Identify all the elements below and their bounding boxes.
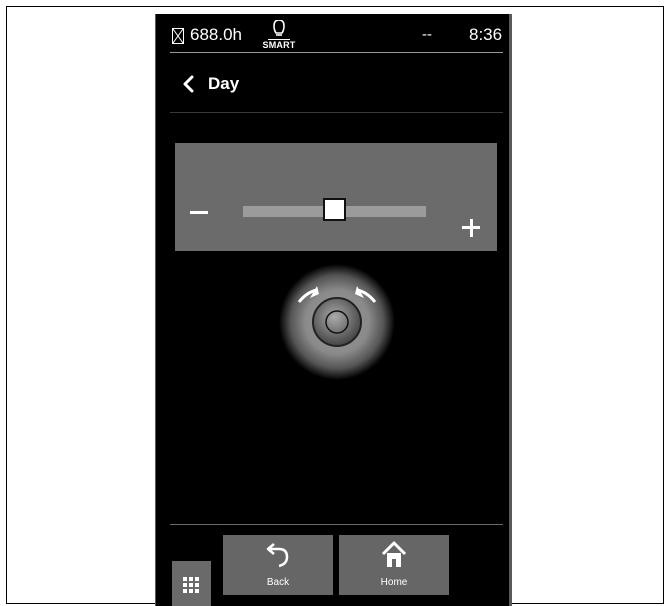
home-icon xyxy=(381,541,407,567)
minus-icon[interactable] xyxy=(190,211,208,214)
device-screen: 688.0h SMART -- 8:36 Day Back Home xyxy=(156,14,512,606)
back-button-label: Back xyxy=(266,577,290,588)
smart-bulb-icon xyxy=(268,20,290,40)
smart-mode-indicator: SMART xyxy=(256,20,302,54)
page-title[interactable]: Day xyxy=(208,74,239,94)
home-button[interactable]: Home xyxy=(339,535,449,595)
undo-arrow-icon xyxy=(266,543,289,568)
status-bar: 688.0h SMART -- 8:36 xyxy=(156,14,512,54)
plus-icon-vertical[interactable] xyxy=(469,219,473,237)
operating-hours: 688.0h xyxy=(190,25,242,44)
header-divider xyxy=(170,112,503,113)
rotary-knob-icon[interactable] xyxy=(279,264,395,380)
back-button[interactable]: Back xyxy=(223,535,333,595)
grid-menu-button[interactable] xyxy=(172,561,211,606)
slider-thumb[interactable] xyxy=(323,198,346,221)
screen-bezel-right xyxy=(509,14,512,606)
home-button-label: Home xyxy=(380,577,408,588)
intensity-slider-panel xyxy=(175,143,497,251)
footer-divider xyxy=(170,524,503,525)
chevron-left-icon[interactable] xyxy=(182,75,196,93)
status-divider xyxy=(170,52,503,53)
smart-mode-label: SMART xyxy=(262,40,296,50)
signal-indicator: -- xyxy=(422,26,432,43)
clock: 8:36 xyxy=(469,25,503,44)
hourglass-icon xyxy=(172,28,184,44)
grid-menu-icon xyxy=(183,577,199,593)
